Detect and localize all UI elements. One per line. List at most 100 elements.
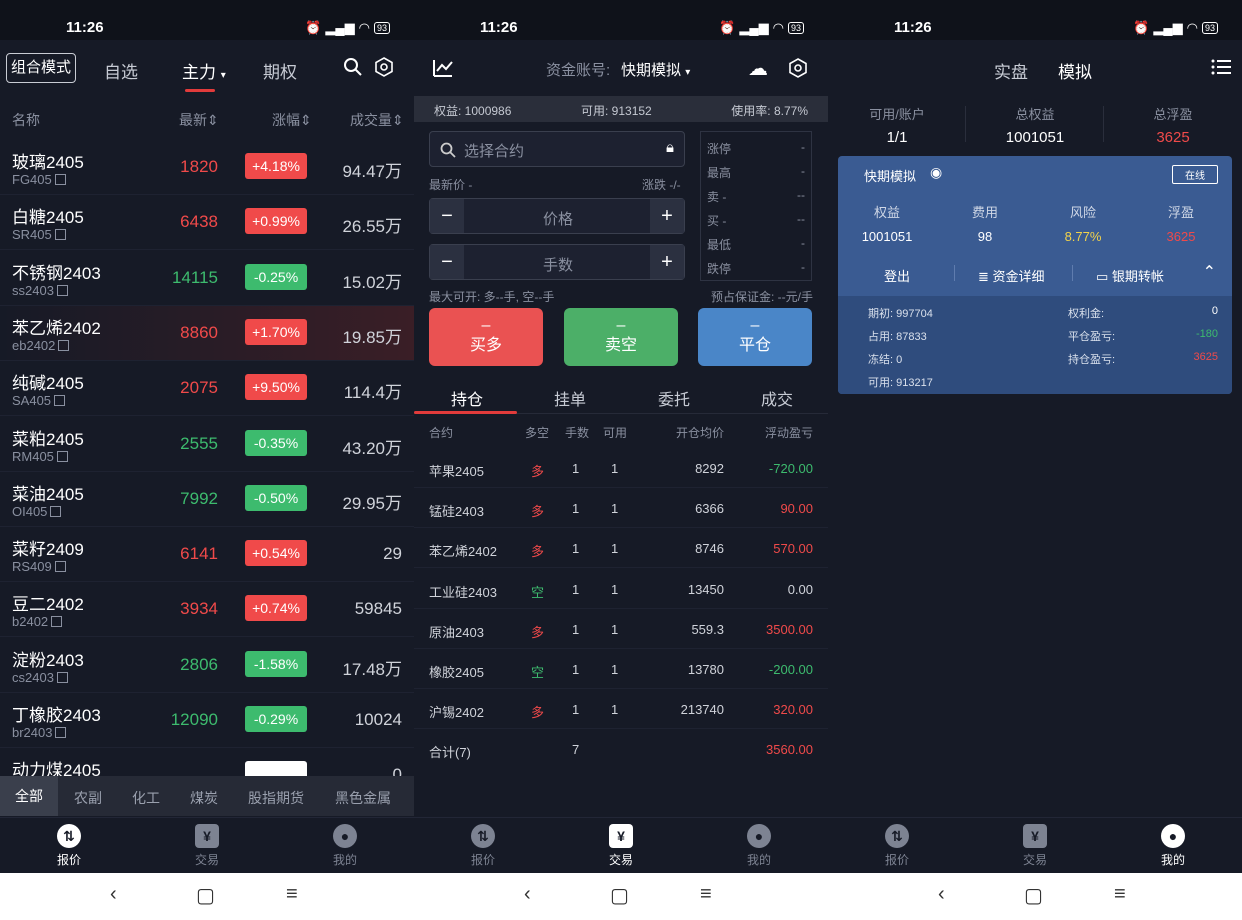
position-row[interactable]: 苯乙烯2402 多 1 1 8746 570.00 [414,528,828,569]
sort-icon: ⇕ [392,112,404,128]
position-row[interactable]: 工业硅2403 空 1 1 13450 0.00 [414,569,828,609]
tab-mine[interactable]: ● 我的 [315,824,375,868]
quote-row: 涨停 [707,140,731,157]
tab-positions[interactable]: 持仓 [451,386,483,410]
cat-chem[interactable]: 化工 [132,788,160,808]
account-name: 快期模拟 [621,62,682,79]
pos-available: 1 [611,461,619,476]
quote-row[interactable]: 不锈钢2403 ss2403 14115 -0.25% 15.02万 [0,251,414,306]
tab-trade[interactable]: ¥ 交易 [177,824,237,868]
tab-quotes-label: 报价 [884,853,909,867]
buy-long-button[interactable]: – 买多 [429,308,543,366]
tab-pending[interactable]: 挂单 [554,386,586,410]
price-input[interactable]: 价格 [430,208,686,229]
tab-trade[interactable]: ¥ 交易 [591,824,651,868]
sell-short-button[interactable]: – 卖空 [564,308,678,366]
account-selector[interactable]: 快期模拟 ▾ [621,59,690,80]
qty-plus-button[interactable]: + [650,245,684,279]
logout-button[interactable]: 登出 [884,266,910,285]
quote-row[interactable]: 纯碱2405 SA405 2075 +9.50% 114.4万 [0,361,414,417]
cat-all[interactable]: 全部 [0,776,58,816]
search-icon[interactable] [343,57,363,77]
contract-code-text: cs2403 [12,669,54,685]
cloud-icon[interactable]: ☁ [748,56,768,81]
tab-quotes[interactable]: ⇅ 报价 [39,824,99,868]
tab-mine[interactable]: ● 我的 [1143,824,1203,868]
quote-row[interactable]: 动力煤2405 0 [0,748,414,777]
cat-coal[interactable]: 煤炭 [190,788,218,808]
fund-detail-button[interactable]: ≣ 资金详细 [978,266,1045,285]
tab-watchlist[interactable]: 自选 [104,58,138,83]
quote-value: - [801,260,805,274]
tab-sim[interactable]: 模拟 [1058,58,1092,83]
col-change[interactable]: 涨幅⇕ [272,110,312,130]
position-row[interactable]: 原油2403 多 1 1 559.3 3500.00 [414,609,828,649]
home-icon[interactable]: ▢ [196,883,215,908]
tab-fills[interactable]: 成交 [761,386,793,410]
tab-trade[interactable]: ¥ 交易 [1005,824,1065,868]
settings-icon[interactable] [374,57,394,77]
pos-contract: 沪锡2402 [429,705,484,721]
col-volume-label: 成交量 [350,112,392,128]
tab-main-contracts[interactable]: 主力 ▾ [182,58,226,83]
menu-list-icon[interactable] [1211,58,1231,76]
back-icon[interactable]: ‹ [938,883,945,906]
tab-mine[interactable]: ● 我的 [729,824,789,868]
eye-icon[interactable]: ◉ [930,164,942,181]
pos-float-pl: -720.00 [768,461,813,476]
volume: 94.47万 [342,162,402,181]
chevron-up-icon[interactable]: ⌃ [1203,262,1216,282]
quote-row[interactable]: 白糖2405 SR405 6438 +0.99% 26.55万 [0,195,414,251]
tab-quotes[interactable]: ⇅ 报价 [867,824,927,868]
back-icon[interactable]: ‹ [110,883,117,906]
tab-orders[interactable]: 委托 [658,386,690,410]
chart-icon[interactable] [432,58,454,78]
lock-icon[interactable]: 🔒︎ [666,139,674,156]
home-icon[interactable]: ▢ [610,883,629,908]
detail-icon [54,174,66,185]
close-position-button[interactable]: – 平仓 [698,308,812,366]
position-row[interactable]: 沪锡2402 多 1 1 213740 320.00 [414,689,828,730]
contract-code: cs2403 [12,670,68,685]
usage-text: 使用率: 8.77% [731,104,808,118]
back-icon[interactable]: ‹ [524,883,531,906]
quote-row[interactable]: 淀粉2403 cs2403 2806 -1.58% 17.48万 [0,638,414,693]
cat-index-futures[interactable]: 股指期货 [248,788,304,808]
quote-row[interactable]: 菜粕2405 RM405 2555 -0.35% 43.20万 [0,417,414,472]
quote-value: -- [797,188,805,202]
quote-row[interactable]: 菜油2405 OI405 7992 -0.50% 29.95万 [0,472,414,527]
settings-icon[interactable] [788,58,808,78]
bank-transfer-button[interactable]: ▭ 银期转帐 [1096,266,1164,285]
combo-mode-button[interactable]: 组合模式 [6,53,76,83]
quote-row[interactable]: 丁橡胶2403 br2403 12090 -0.29% 10024 [0,693,414,748]
volume: 26.55万 [342,217,402,237]
quote-row[interactable]: 玻璃2405 FG405 1820 +4.18% 94.47万 [0,140,414,195]
qty-input[interactable]: 手数 [430,254,686,275]
col-volume[interactable]: 成交量⇕ [350,110,404,130]
price-plus-button[interactable]: + [650,199,684,233]
quote-row[interactable]: 菜籽2409 RS409 6141 +0.54% 29 [0,527,414,583]
tab-options[interactable]: 期权 [263,58,297,83]
contract-search[interactable]: 选择合约 🔒︎ [429,131,685,167]
quote-row[interactable]: 豆二2402 b2402 3934 +0.74% 59845 [0,582,414,638]
online-badge: 在线 [1172,165,1218,184]
col-latest[interactable]: 最新⇕ [179,110,219,130]
tab-quotes[interactable]: ⇅ 报价 [453,824,513,868]
cat-agri[interactable]: 农副 [74,788,102,808]
recents-icon[interactable]: ≡ [1114,883,1126,906]
col-name[interactable]: 名称 [12,110,40,130]
change-badge [245,761,307,777]
sort-icon: ⇕ [207,112,219,128]
home-icon[interactable]: ▢ [1024,883,1043,908]
quote-row[interactable]: 苯乙烯2402 eb2402 8860 +1.70% 19.85万 [0,305,414,361]
cat-ferrous[interactable]: 黑色金属 [335,788,391,808]
category-bar: 全部 农副 化工 煤炭 股指期货 黑色金属 [0,776,414,816]
recents-icon[interactable]: ≡ [286,883,298,906]
tab-live[interactable]: 实盘 [994,58,1028,83]
recents-icon[interactable]: ≡ [700,883,712,906]
position-row[interactable]: 锰硅2403 多 1 1 6366 90.00 [414,488,828,529]
detail-value: 87833 [896,331,927,343]
position-row[interactable]: 苹果2405 多 1 1 8292 -720.00 [414,448,828,488]
position-row[interactable]: 橡胶2405 空 1 1 13780 -200.00 [414,649,828,689]
detail-icon [54,561,66,573]
